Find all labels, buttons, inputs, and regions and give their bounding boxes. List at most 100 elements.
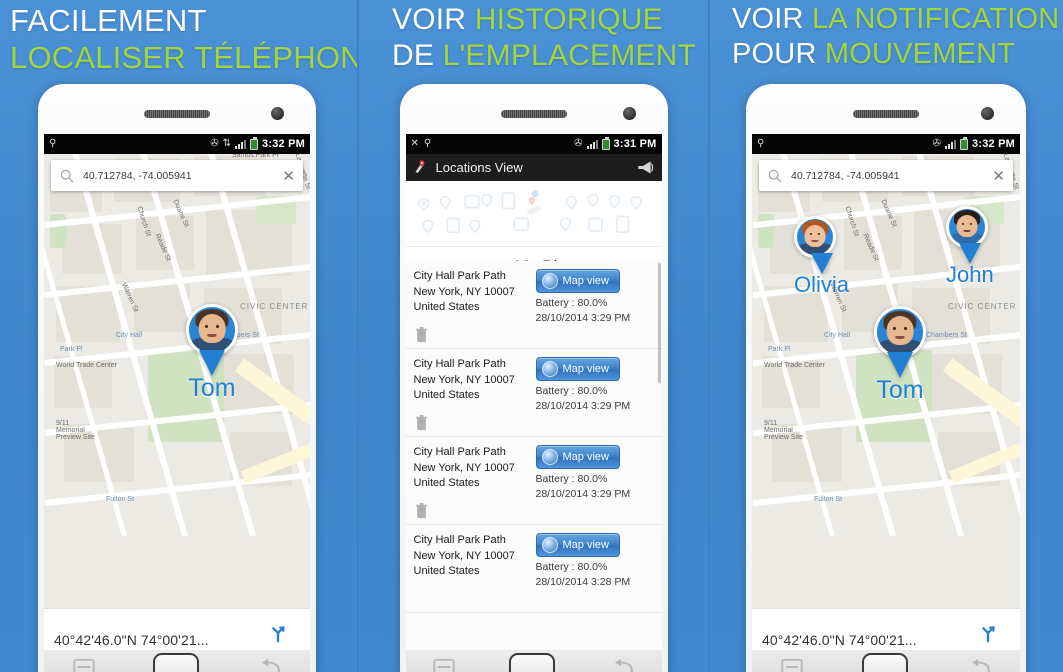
map-marker-john[interactable]: John — [946, 206, 994, 288]
home-key-button[interactable] — [509, 652, 556, 672]
marker-label: Tom — [876, 376, 924, 404]
mute-icon: ✇ — [932, 138, 942, 149]
close-icon[interactable]: ✕ — [276, 167, 295, 185]
map-tiles: Worth St Church St Duane St Reade St War… — [44, 154, 310, 650]
map-view-button[interactable]: Map view — [535, 445, 620, 469]
status-time: 3:32 PM — [262, 138, 305, 150]
address-line2: New York, NY 10007 — [413, 461, 515, 474]
headline-line2: DE L'EMPLACEMENT — [392, 35, 708, 71]
coordinate-text: 40°42'46.0"N 74°00'21... — [762, 631, 917, 648]
map-marker-olivia[interactable]: Olivia — [794, 216, 849, 298]
list-item[interactable]: City Hall Park Path New York, NY 10007 U… — [405, 437, 662, 525]
map-label: World Trade Center — [56, 362, 117, 369]
phone2-bezel — [406, 84, 662, 134]
trash-icon[interactable] — [415, 327, 428, 343]
phone1-bezel — [44, 84, 310, 134]
home-key-button[interactable] — [861, 652, 908, 672]
menu-key-icon[interactable] — [781, 659, 803, 672]
phone2-screen: ✕ ⚲ ✇ 3:31 PM Locations View City Hall P… — [405, 134, 662, 650]
list-scrollbar[interactable] — [657, 263, 661, 383]
coordinate-bar-1[interactable]: 40°42'46.0"N 74°00'21... Route — [44, 608, 310, 650]
map-canvas-3[interactable]: Worth St Church St Duane St Reade St War… — [752, 154, 1020, 650]
headline-w2: POUR — [732, 38, 817, 70]
address-line3: United States — [413, 301, 480, 314]
app-banner — [405, 181, 662, 247]
pin-tail — [958, 243, 981, 264]
globe-icon — [541, 361, 558, 377]
home-key-button[interactable] — [153, 652, 199, 672]
status-bar-2: ✕ ⚲ ✇ 3:31 PM — [405, 134, 662, 154]
back-key-icon[interactable] — [610, 659, 634, 672]
panel3-headline: VOIR LA NOTIFICATION POUR MOUVEMENT — [710, 0, 1063, 69]
address-line1: City Hall Park Path — [413, 358, 506, 370]
earpiece-speaker-icon — [144, 110, 210, 118]
phone1-hardware-nav[interactable] — [44, 650, 310, 672]
address-line3: United States — [413, 389, 480, 402]
map-view-label: Map view — [562, 451, 609, 463]
list-item[interactable]: City Hall Park Path New York, NY 10007 U… — [405, 525, 662, 613]
map-label: Park Pl — [60, 346, 83, 353]
earpiece-speaker-icon — [853, 110, 919, 118]
battery-icon — [601, 136, 610, 150]
signal-icon — [586, 139, 598, 149]
address-line2: New York, NY 10007 — [413, 373, 515, 386]
row-meta: Map view Battery : 80.0% 28/10/2014 3:28… — [535, 533, 654, 612]
datetime-text: 28/10/2014 3:29 PM — [535, 400, 631, 412]
headline-g1: HISTORIQUE — [474, 3, 663, 36]
route-button[interactable]: Route — [256, 621, 300, 650]
route-icon — [272, 625, 285, 642]
front-camera-icon — [271, 107, 284, 120]
menu-key-icon[interactable] — [433, 659, 455, 672]
battery-text: Battery : 80.0% — [535, 385, 608, 397]
bluetooth-icon: ✕ — [410, 138, 419, 149]
map-marker-tom[interactable]: Tom — [186, 304, 238, 403]
map-marker-tom[interactable]: Tom — [874, 306, 926, 405]
datetime-text: 28/10/2014 3:29 PM — [535, 488, 631, 500]
map-search-bar-3[interactable]: 40.712784, -74.005941 ✕ — [759, 160, 1013, 191]
map-label: World Trade Center — [764, 362, 825, 369]
status-bar-3: ⚲ ✇ 3:32 PM — [752, 134, 1020, 154]
datetime-text: 28/10/2014 3:29 PM — [535, 312, 631, 324]
locations-list[interactable]: City Hall Park Path New York, NY 10007 U… — [405, 261, 662, 650]
list-item[interactable]: City Hall Park Path New York, NY 10007 U… — [405, 349, 662, 437]
search-input[interactable]: 40.712784, -74.005941 — [791, 170, 986, 182]
megaphone-icon[interactable] — [636, 159, 656, 176]
man-avatar — [189, 307, 235, 353]
close-icon[interactable]: ✕ — [986, 167, 1005, 185]
search-icon — [60, 169, 74, 182]
phone3-hardware-nav[interactable] — [752, 650, 1020, 672]
headline-w1: VOIR — [732, 3, 804, 35]
battery-text: Battery : 80.0% — [535, 297, 608, 309]
address-block: City Hall Park Path New York, NY 10007 U… — [414, 269, 536, 348]
phone-device-2: ✕ ⚲ ✇ 3:31 PM Locations View City Hall P… — [399, 84, 668, 672]
menu-key-icon[interactable] — [73, 659, 95, 672]
woman-avatar — [797, 219, 833, 255]
back-key-icon[interactable] — [257, 659, 281, 672]
map-label: 9/11 Memorial Preview Site — [764, 420, 803, 441]
row-meta: Map view Battery : 80.0% 28/10/2014 3:29… — [535, 445, 654, 524]
phone2-hardware-nav[interactable] — [405, 650, 662, 672]
map-label: 9/11 Memorial Preview Site — [56, 420, 95, 441]
route-icon — [982, 625, 995, 642]
headline-line2: POUR MOUVEMENT — [732, 34, 1063, 69]
signal-icon — [235, 139, 247, 149]
list-item[interactable]: City Hall Park Path New York, NY 10007 U… — [405, 261, 662, 349]
map-label: CIVIC CENTER — [240, 302, 309, 311]
map-canvas-1[interactable]: Worth St Church St Duane St Reade St War… — [44, 154, 310, 650]
trash-icon[interactable] — [415, 415, 428, 431]
map-view-button[interactable]: Map view — [535, 357, 620, 381]
route-button[interactable]: Route — [966, 621, 1010, 650]
back-key-icon[interactable] — [967, 659, 991, 672]
status-time: 3:32 PM — [972, 138, 1015, 150]
sync-icon: ⇅ — [222, 138, 232, 149]
trash-icon[interactable] — [415, 503, 428, 519]
headline-line1: VOIR LA NOTIFICATION — [732, 2, 1063, 34]
map-view-button[interactable]: Map view — [535, 269, 620, 293]
search-input[interactable]: 40.712784, -74.005941 — [83, 170, 276, 182]
battery-icon — [250, 136, 259, 150]
coordinate-bar-3[interactable]: 40°42'46.0"N 74°00'21... Route — [752, 608, 1020, 650]
map-view-button[interactable]: Map view — [535, 533, 620, 557]
panel2-headline: VOIR HISTORIQUE DE L'EMPLACEMENT — [359, 0, 708, 71]
man-avatar — [877, 309, 923, 355]
map-search-bar-1[interactable]: 40.712784, -74.005941 ✕ — [51, 160, 303, 191]
